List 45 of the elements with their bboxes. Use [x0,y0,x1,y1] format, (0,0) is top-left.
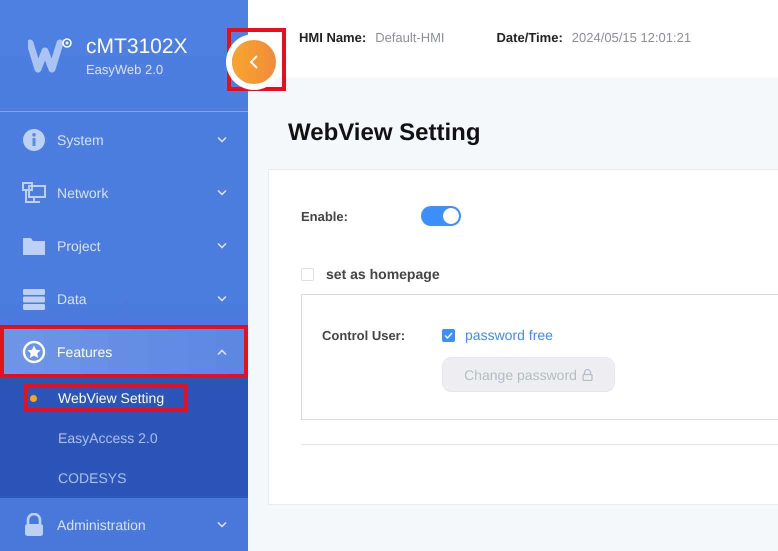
field-label: HMI Name: [299,30,366,47]
sidebar-item[interactable]: System [0,113,248,166]
sidebar-label: System [57,132,105,148]
checkbox-label: set as homepage [326,266,440,282]
sidebar-item[interactable]: Features [0,325,248,378]
chevron-icon [216,242,228,250]
page-title: WebView Setting [288,119,482,147]
data-icon [22,286,46,310]
homepage-checkbox[interactable] [301,268,314,280]
chevron-icon [216,294,228,302]
field-value: 2024/05/15 12:01:21 [572,30,692,47]
lock-icon [582,368,593,380]
submenu-item[interactable]: CODESYS [0,458,248,498]
chevron-icon [216,136,228,144]
logo-icon [28,36,74,74]
checkbox-label: password free [465,327,553,343]
chevron-icon [216,520,228,528]
sidebar-label: Network [57,184,110,200]
password-free-checkbox[interactable] [442,328,455,342]
chevron-left-icon [249,54,259,70]
collapse-button[interactable] [232,40,276,84]
sidebar-label: Project [57,238,102,254]
active-dot-icon [30,395,37,402]
app-version: EasyWeb 2.0 [86,62,164,76]
control-user-label: Control User: [322,328,406,342]
chevron-icon [216,188,228,196]
device-name: cMT3102X [86,34,188,58]
submenu-item[interactable]: WebView Setting [0,378,248,418]
sidebar-label: Data [57,290,88,306]
enable-label: Enable: [301,208,349,224]
sidebar-item[interactable]: Data [0,272,248,325]
chevron-icon [216,348,228,356]
sidebar-item[interactable]: Administration [0,498,248,551]
network-icon [22,180,46,204]
enable-toggle[interactable] [421,206,461,226]
field-value: Default-HMI [375,30,445,47]
sidebar-item[interactable]: Network [0,166,248,219]
lock-icon [22,512,46,536]
sidebar-item[interactable]: Project [0,219,248,272]
sidebar-label: Administration [57,516,147,532]
check-icon [444,332,453,338]
submenu-item[interactable]: EasyAccess 2.0 [0,418,248,458]
field-label: Date/Time: [496,30,563,47]
info-icon [22,128,46,152]
sidebar-label: Features [57,344,114,360]
